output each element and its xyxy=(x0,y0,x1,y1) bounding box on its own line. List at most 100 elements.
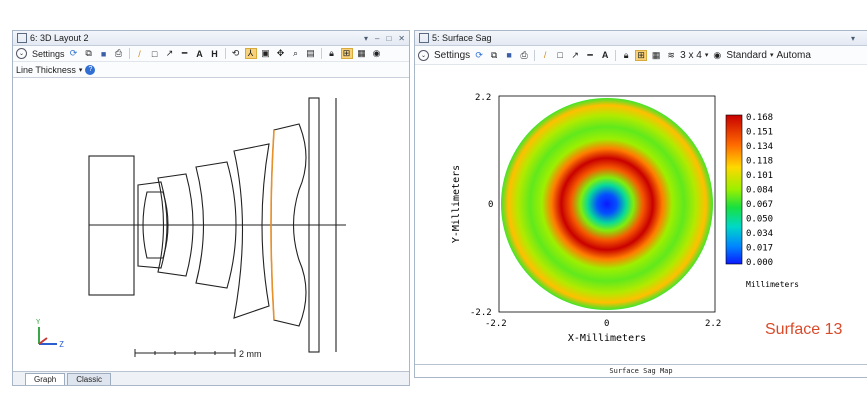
line-icon[interactable]: ━ xyxy=(584,50,596,61)
x-tick-right: 2.2 xyxy=(705,319,721,329)
pan-icon[interactable]: ✥ xyxy=(275,48,287,59)
axis-label-y: Y xyxy=(36,318,41,326)
window-icon xyxy=(419,33,429,43)
fit-view-icon[interactable]: ▣ xyxy=(260,48,272,59)
copy-icon[interactable]: ⧉ xyxy=(83,48,95,59)
sag-toolbar: ⌄ Settings ⟳ ⧉ ■ ⎙ / □ ↗ ━ A 🔒︎ ⊞ ▦ ≋ 3 … xyxy=(415,46,867,65)
tab-classic[interactable]: Classic xyxy=(67,373,112,385)
line-thickness-dropdown[interactable]: Line Thickness xyxy=(16,65,76,75)
text-icon[interactable]: A xyxy=(194,48,206,59)
colorbar-tick-label: 0.034 xyxy=(746,229,773,239)
pencil-icon[interactable]: / xyxy=(539,50,551,61)
colorbar-unit-label: Millimeters xyxy=(746,280,799,289)
layout-toolbar-2: Line Thickness ▾ ? xyxy=(13,62,409,78)
arrow-icon[interactable]: ↗ xyxy=(569,50,581,61)
print-icon[interactable]: ⎙ xyxy=(113,48,125,59)
dimension-icon[interactable]: H xyxy=(209,48,221,59)
sag-map-disk xyxy=(501,98,713,310)
image-icon[interactable]: ▤ xyxy=(305,48,317,59)
colorbar-tick-label: 0.067 xyxy=(746,200,773,210)
settings-button[interactable]: Settings xyxy=(434,50,470,61)
scale-bar-label: 2 mm xyxy=(239,349,262,359)
chevron-down-icon[interactable]: ▾ xyxy=(79,66,83,74)
y-tick-bottom: -2.2 xyxy=(470,308,492,318)
sag-window-title: 5: Surface Sag xyxy=(432,33,492,43)
window-layout-icon[interactable]: ▦ xyxy=(356,48,368,59)
rectangle-icon[interactable]: □ xyxy=(149,48,161,59)
layout-titlebar: 6: 3D Layout 2 ▾ – □ ✕ xyxy=(13,31,409,46)
y-tick-top: 2.2 xyxy=(475,93,491,103)
window-layout-icon[interactable]: ▦ xyxy=(650,50,662,61)
sag-window: 5: Surface Sag ▾ ⌄ Settings ⟳ ⧉ ■ ⎙ / □ … xyxy=(414,30,867,378)
help-circle-icon[interactable]: ◉ xyxy=(371,48,383,59)
standard-dropdown[interactable]: Standard xyxy=(726,50,767,61)
rectangle-icon[interactable]: □ xyxy=(554,50,566,61)
toolbar-separator xyxy=(128,48,130,59)
lens-element-6 xyxy=(233,143,270,319)
arrow-icon[interactable]: ↗ xyxy=(164,48,176,59)
layout-window-title: 6: 3D Layout 2 xyxy=(30,33,89,43)
sag-footer: Surface Sag Map xyxy=(415,364,867,377)
colorbar-ticks: 0.168 0.151 0.134 0.118 0.101 0.084 0.067 0.050… xyxy=(746,113,773,268)
lock-icon[interactable]: 🔒︎ xyxy=(620,50,632,61)
dropdown-icon[interactable]: ▾ xyxy=(364,34,368,43)
minimize-icon[interactable]: – xyxy=(375,34,379,43)
text-icon[interactable]: A xyxy=(599,50,611,61)
lens-layout-drawing: 2 mm Y Z xyxy=(36,97,346,359)
axis-label-z: Z xyxy=(59,340,64,349)
colorbar-tick-label: 0.050 xyxy=(746,215,773,225)
colorbar-tick-label: 0.000 xyxy=(746,258,773,268)
sag-titlebar: 5: Surface Sag ▾ xyxy=(415,31,867,46)
grid-view-icon[interactable]: ⊞ xyxy=(635,49,648,61)
help-circle-icon[interactable]: ◉ xyxy=(711,50,723,61)
refresh-icon[interactable]: ⟳ xyxy=(68,48,80,59)
surface-13-label: Surface 13 xyxy=(765,321,842,338)
chevron-down-icon[interactable]: ▾ xyxy=(770,51,774,59)
settings-expand-icon[interactable]: ⌄ xyxy=(418,49,429,61)
window-icon xyxy=(17,33,27,43)
close-icon[interactable]: ✕ xyxy=(398,34,405,43)
colorbar-tick-label: 0.118 xyxy=(746,157,773,167)
lock-icon[interactable]: 🔒︎ xyxy=(326,48,338,59)
axis-triad: Y Z xyxy=(36,318,64,349)
settings-expand-icon[interactable]: ⌄ xyxy=(16,48,27,59)
settings-button[interactable]: Settings xyxy=(32,49,65,59)
y-axis-label: Y-Millimeters xyxy=(451,165,462,243)
layout-tabbar: Graph Classic xyxy=(13,371,409,385)
pin-dropdown-icon[interactable]: ▾ xyxy=(851,34,855,43)
rotate-icon[interactable]: ⟲ xyxy=(230,48,242,59)
tab-graph[interactable]: Graph xyxy=(25,373,66,385)
surface-sag-chart: 2.2 0 -2.2 -2.2 0 2.2 X-Millimeters Y-Mi… xyxy=(451,93,842,344)
grid-size-dropdown[interactable]: 3 x 4 xyxy=(680,50,702,61)
zoom-icon[interactable]: ⌕ xyxy=(290,48,302,59)
layout-toolbar: ⌄ Settings ⟳ ⧉ ■ ⎙ / □ ↗ ━ A H ⟲ ⅄ ▣ ✥ ⌕… xyxy=(13,46,409,62)
x-axis-label: X-Millimeters xyxy=(568,333,646,344)
colorbar-tick-label: 0.101 xyxy=(746,171,773,181)
layers-icon[interactable]: ≋ xyxy=(665,50,677,61)
axis-view-icon[interactable]: ⅄ xyxy=(244,48,257,59)
lens-elements xyxy=(88,97,346,353)
colorbar-tick-label: 0.017 xyxy=(746,244,773,254)
x-tick-left: -2.2 xyxy=(485,319,507,329)
colorbar-tick-label: 0.151 xyxy=(746,128,773,138)
toolbar-separator xyxy=(615,49,617,61)
layout-window: 6: 3D Layout 2 ▾ – □ ✕ ⌄ Settings ⟳ ⧉ ■ … xyxy=(12,30,410,386)
toolbar-separator xyxy=(534,49,536,61)
pencil-icon[interactable]: / xyxy=(134,48,146,59)
colorbar xyxy=(725,114,743,265)
maximize-icon[interactable]: □ xyxy=(386,34,391,43)
help-icon[interactable]: ? xyxy=(85,64,96,75)
scale-bar xyxy=(134,349,236,357)
save-icon[interactable]: ■ xyxy=(503,50,515,61)
refresh-icon[interactable]: ⟳ xyxy=(473,50,485,61)
copy-icon[interactable]: ⧉ xyxy=(488,50,500,61)
print-icon[interactable]: ⎙ xyxy=(518,50,530,61)
colorbar-tick-label: 0.134 xyxy=(746,142,773,152)
save-icon[interactable]: ■ xyxy=(98,48,110,59)
grid-view-icon[interactable]: ⊞ xyxy=(340,48,353,59)
automatic-dropdown[interactable]: Automa xyxy=(776,50,810,61)
toolbar-separator xyxy=(320,48,322,59)
chevron-down-icon[interactable]: ▾ xyxy=(705,51,709,59)
toolbar-separator xyxy=(224,48,226,59)
line-icon[interactable]: ━ xyxy=(179,48,191,59)
